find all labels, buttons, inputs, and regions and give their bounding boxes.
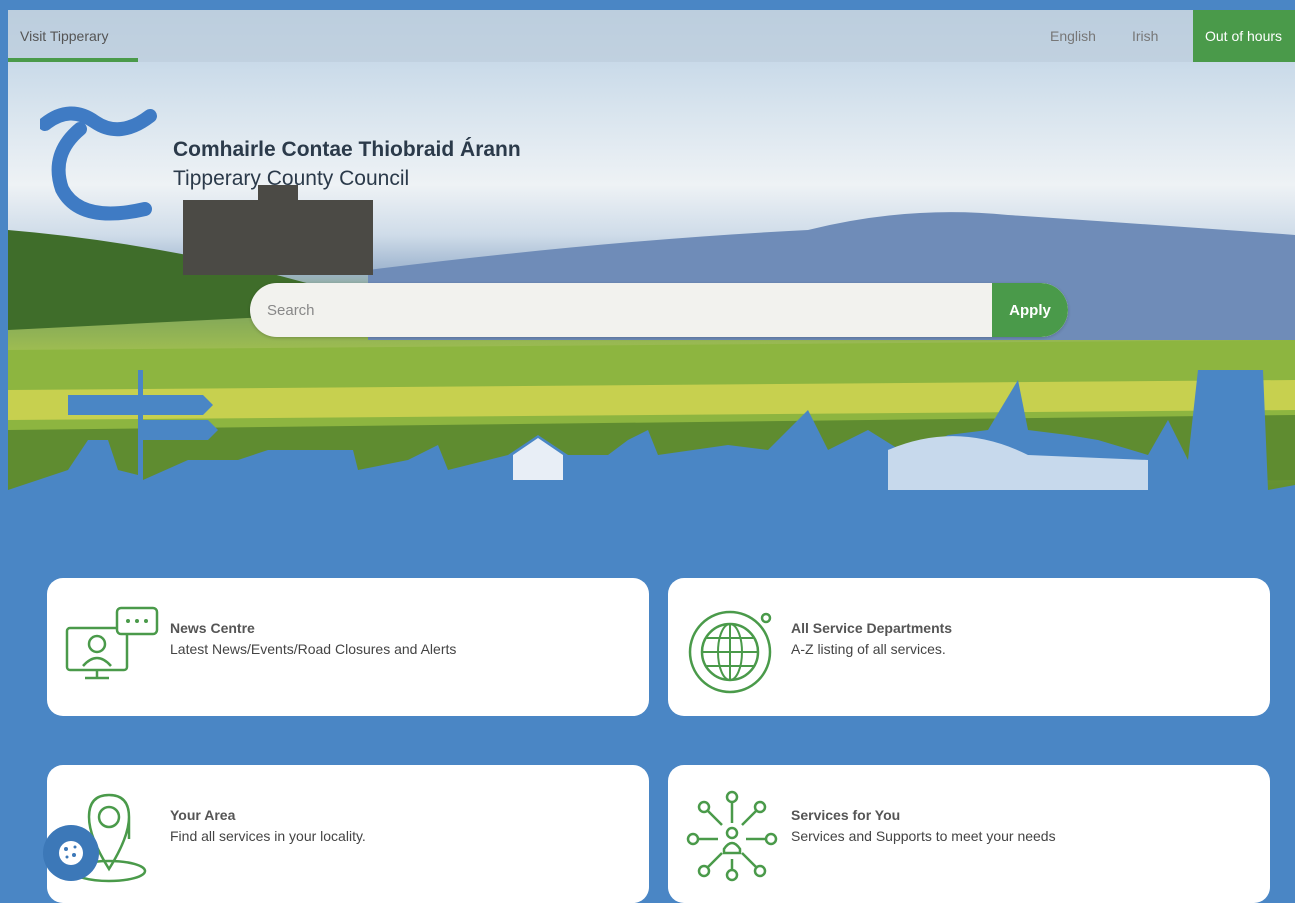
cookie-icon — [59, 841, 83, 865]
card-title: All Service Departments — [791, 620, 953, 636]
visit-tipperary-link[interactable]: Visit Tipperary — [8, 10, 138, 62]
council-name-english: Tipperary County Council — [173, 167, 410, 190]
network-person-icon — [686, 790, 778, 882]
apply-button[interactable]: Apply — [992, 283, 1068, 337]
monitor-chat-icon — [65, 606, 159, 680]
card-title: Your Area — [170, 807, 236, 823]
top-navigation-bar: Visit Tipperary English Irish Out of hou… — [8, 10, 1295, 62]
news-centre-card[interactable]: News Centre Latest News/Events/Road Clos… — [47, 578, 649, 716]
card-description: A-Z listing of all services. — [791, 641, 946, 657]
globe-icon — [688, 610, 772, 694]
council-name-irish: Comhairle Contae Thiobraid Árann — [173, 138, 521, 161]
search-input[interactable] — [250, 283, 992, 337]
services-for-you-card[interactable]: Services for You Services and Supports t… — [668, 765, 1270, 903]
cookie-settings-button[interactable] — [43, 825, 99, 881]
card-description: Find all services in your locality. — [170, 828, 366, 844]
card-description: Latest News/Events/Road Closures and Ale… — [170, 641, 457, 657]
out-of-hours-button[interactable]: Out of hours — [1193, 10, 1295, 62]
card-title: News Centre — [170, 620, 255, 636]
county-silhouette-illustration — [8, 370, 1295, 520]
search-bar: Apply — [250, 283, 1068, 337]
your-area-card[interactable]: Your Area Find all services in your loca… — [47, 765, 649, 903]
english-language-link[interactable]: English — [1050, 10, 1096, 62]
card-title: Services for You — [791, 807, 901, 823]
irish-language-link[interactable]: Irish — [1132, 10, 1158, 62]
all-service-departments-card[interactable]: All Service Departments A-Z listing of a… — [668, 578, 1270, 716]
card-description: Services and Supports to meet your needs — [791, 828, 1056, 844]
council-logo-icon[interactable] — [40, 104, 160, 224]
